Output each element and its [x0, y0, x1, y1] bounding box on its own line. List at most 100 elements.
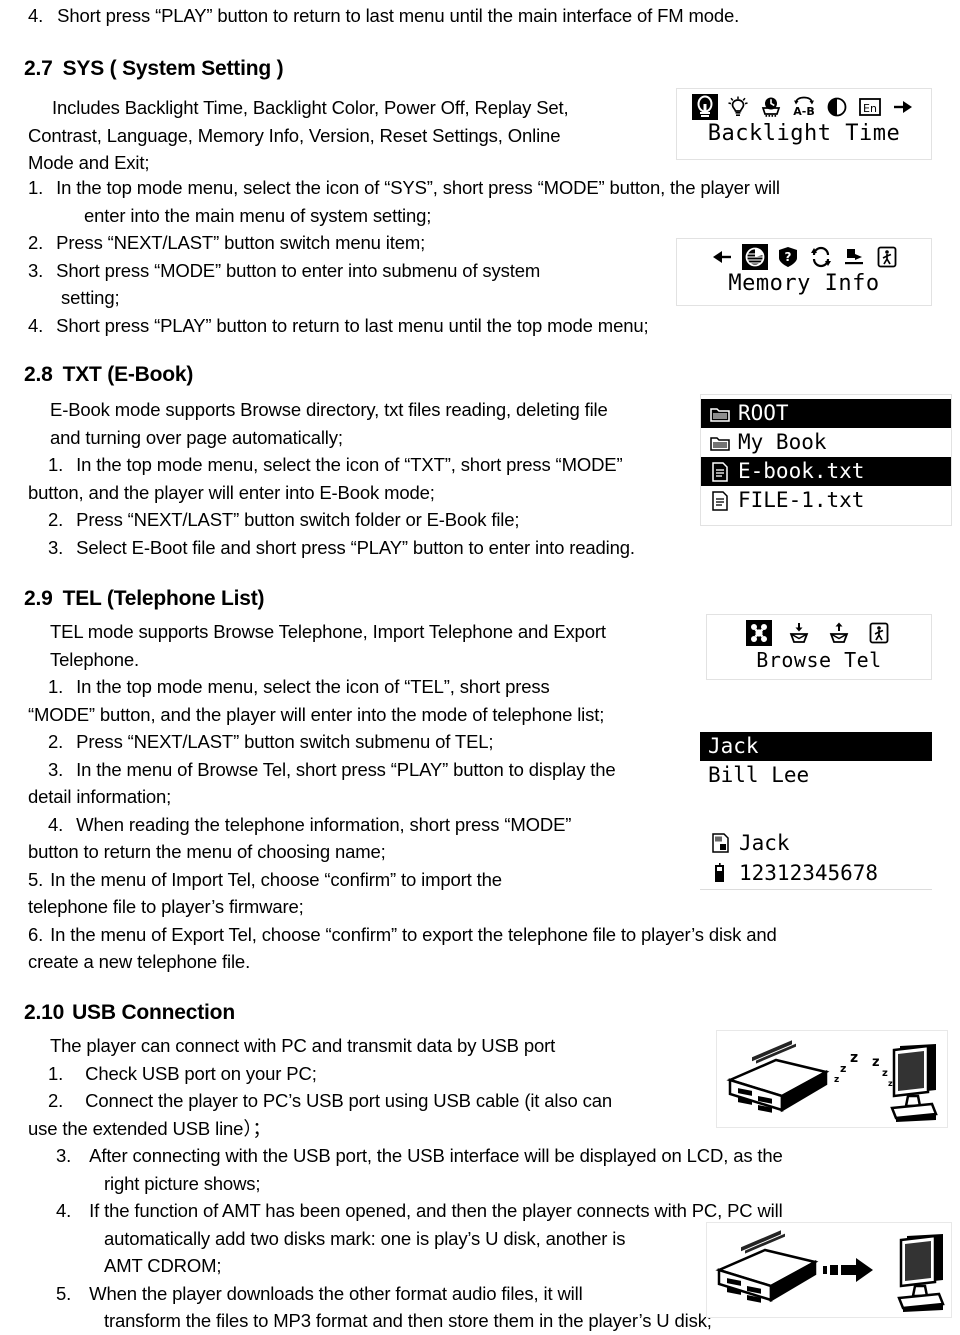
text-file-icon [709, 490, 731, 512]
lcd-browse-tel-panel: Browse Tel [706, 614, 932, 680]
svg-text:?: ? [784, 250, 791, 264]
list-item-text: Press “NEXT/LAST” button switch folder o… [76, 509, 520, 530]
import-telephone-icon[interactable] [786, 620, 812, 646]
online-mode-icon[interactable] [841, 244, 867, 270]
lcd-list-item[interactable]: My Book [701, 428, 951, 457]
folder-icon [709, 432, 731, 454]
heading-number: 2.8 [24, 363, 53, 386]
sys-intro: Includes Backlight Time, Backlight Color… [28, 94, 668, 177]
back-arrow-icon[interactable] [709, 244, 735, 270]
tel-step-1-cont: “MODE” button, and the player will enter… [28, 703, 605, 725]
list-item-text: In the menu of Browse Tel, short press “… [76, 758, 616, 780]
replay-set-ab-icon[interactable]: A-B [791, 94, 817, 120]
lcd-icon-row: ? [677, 239, 931, 271]
exit-running-man-icon[interactable] [874, 244, 900, 270]
heading-usb: 2.10 USB Connection [24, 1000, 235, 1025]
lcd-tel-detail-panel: Jack 12312345678 [700, 828, 932, 890]
lcd-list-item-label: My Book [738, 430, 827, 454]
lcd-list-item[interactable]: E-book.txt [701, 457, 951, 486]
list-item-text: After connecting with the USB port, the … [89, 1145, 783, 1166]
svg-text:z: z [850, 1050, 858, 1066]
list-item-number: 4. [48, 813, 64, 835]
lcd-caption: Backlight Time [707, 121, 901, 146]
heading-title: TXT (E-Book) [62, 363, 194, 386]
lcd-list-item-label: Bill Lee [708, 763, 810, 787]
reset-settings-icon[interactable] [808, 244, 834, 270]
usb-step-4: 4. If the function of AMT has been opened… [28, 1197, 943, 1225]
list-item-text: If the function of AMT has been opened, … [89, 1200, 783, 1221]
txt-step-1-cont: button, and the player will enter into E… [28, 481, 435, 503]
lcd-list-item[interactable]: Bill Lee [700, 761, 932, 790]
list-item-number: 3. [48, 758, 64, 780]
list-item-text: In the menu of Export Tel, choose “confi… [50, 923, 777, 945]
list-item-number: 3. [28, 259, 44, 281]
txt-step-3: 3. Select E-Boot file and short press “PL… [28, 534, 708, 562]
usb-transfer-illustration [715, 1230, 945, 1312]
version-icon[interactable]: ? [775, 244, 801, 270]
memory-info-icon[interactable] [741, 244, 768, 270]
lcd-tel-name-list-panel: Jack Bill Lee [700, 728, 932, 788]
mobile-phone-icon [710, 863, 730, 883]
txt-step-1: 1. In the top mode menu, select the icon … [28, 451, 708, 479]
language-icon[interactable]: En [857, 94, 883, 120]
list-item-text: In the top mode menu, select the icon of… [76, 454, 623, 475]
lcd-list-item-label: ROOT [738, 401, 789, 425]
list-item-text: When the player downloads the other form… [89, 1282, 583, 1304]
list-item-text: Check USB port on your PC; [85, 1062, 317, 1084]
heading-title: USB Connection [72, 1001, 235, 1024]
heading-tel: 2.9 TEL (Telephone List) [24, 586, 265, 611]
heading-number: 2.9 [24, 587, 53, 610]
usb-step-3: 3. After connecting with the USB port, th… [28, 1142, 943, 1170]
list-item-text: In the top mode menu, select the icon of… [56, 177, 780, 198]
list-item-number: 5. [56, 1282, 72, 1304]
heading-number: 2.7 [24, 57, 53, 80]
txt-body: E-Book mode supports Browse directory, t… [28, 396, 708, 561]
lcd-tel-detail-name-row: Jack [700, 828, 932, 858]
exit-arrow-icon[interactable] [890, 94, 916, 120]
heading-title: SYS ( System Setting ) [62, 57, 284, 80]
tel-step-5-cont: telephone file to player’s firmware; [28, 896, 304, 917]
svg-text:z: z [840, 1062, 846, 1075]
continued-list-item: 4. Short press “PLAY” button to return to… [28, 2, 928, 30]
usb-step-3-cont: right picture shows; [104, 1172, 261, 1194]
list-item-text: Connect the player to PC’s USB port usin… [85, 1090, 612, 1111]
svg-text:z: z [834, 1075, 839, 1085]
lcd-list-item[interactable]: ROOT [701, 399, 951, 428]
lcd-caption: Memory Info [728, 271, 880, 296]
lcd-list-item[interactable]: FILE-1.txt [701, 486, 951, 515]
lcd-list-item[interactable]: Jack [700, 732, 932, 761]
text-file-icon [709, 461, 731, 483]
list-item-text: Short press “MODE” button to enter into … [56, 259, 541, 281]
list-item-number: 4. [56, 1200, 72, 1221]
sys-intro-line-1: Includes Backlight Time, Backlight Color… [52, 97, 569, 118]
export-telephone-icon[interactable] [826, 620, 852, 646]
txt-intro-line-2: and turning over page automatically; [50, 426, 343, 448]
sys-step-1: 1. In the top mode menu, select the icon … [28, 174, 938, 202]
list-item-number: 2. [48, 731, 64, 752]
list-item-number: 2. [28, 232, 44, 253]
list-item-number: 4. [28, 314, 44, 336]
list-item-text: Press “NEXT/LAST” button switch menu ite… [56, 232, 426, 253]
list-item-number: 1. [48, 454, 64, 475]
contrast-icon[interactable] [824, 94, 850, 120]
list-item-number: 3. [56, 1145, 72, 1166]
svg-text:z: z [882, 1068, 888, 1079]
exit-running-man-icon[interactable] [866, 620, 892, 646]
lcd-tel-detail-name: Jack [739, 831, 790, 855]
backlight-time-icon[interactable] [692, 94, 718, 120]
backlight-color-bulb-icon[interactable] [725, 94, 751, 120]
heading-txt: 2.8 TXT (E-Book) [24, 362, 193, 387]
sys-intro-line-2: Contrast, Language, Memory Info, Version… [28, 124, 561, 146]
list-item-text: Select E-Boot file and short press “PLAY… [76, 536, 635, 558]
txt-intro-line-1: E-Book mode supports Browse directory, t… [50, 399, 608, 420]
lcd-caption: Browse Tel [756, 648, 882, 672]
lcd-memory-info-panel: ? Memory Info [676, 238, 932, 306]
heading-title: TEL (Telephone List) [62, 587, 265, 610]
sys-step-4: 4. Short press “PLAY” button to return to… [28, 312, 938, 340]
list-item-number: 5. [28, 868, 44, 890]
lcd-list-item-label: FILE-1.txt [738, 488, 865, 512]
power-off-icon[interactable] [758, 94, 784, 120]
usb-idle-illustration: z z z z z z [726, 1040, 938, 1122]
heading-sys: 2.7 SYS ( System Setting ) [24, 56, 284, 81]
browse-telephone-icon[interactable] [746, 620, 772, 646]
